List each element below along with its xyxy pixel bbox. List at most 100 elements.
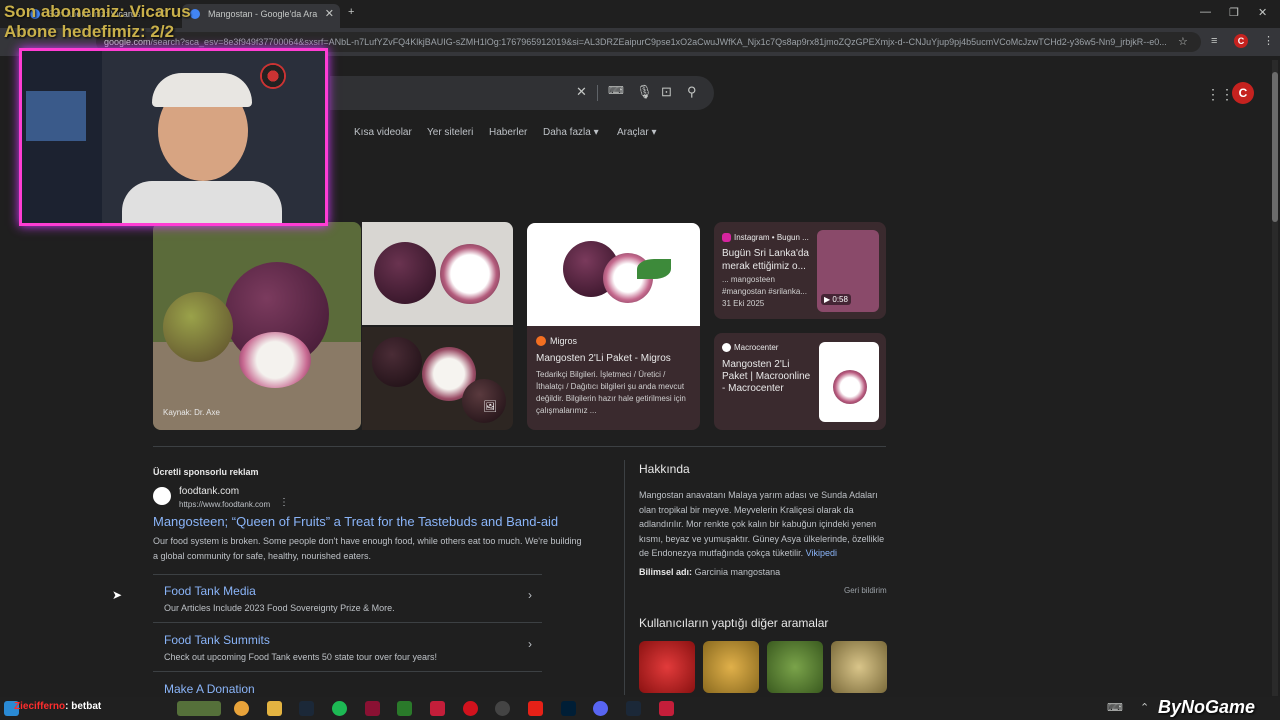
related-searches-heading: Kullanıcıların yaptığı diğer aramalar bbox=[639, 616, 829, 630]
scientific-name-label: Bilimsel adı: bbox=[639, 567, 693, 577]
migros-image bbox=[527, 223, 700, 326]
related-search-longan[interactable] bbox=[703, 641, 759, 693]
steam-icon-2[interactable] bbox=[626, 701, 641, 716]
chevron-right-icon: › bbox=[528, 588, 532, 602]
macrocenter-logo-icon bbox=[722, 343, 731, 352]
result-title[interactable]: Bugün Sri Lanka'da merak ettiğimiz o... bbox=[722, 247, 814, 273]
app-icon-red-2[interactable] bbox=[659, 701, 674, 716]
spotify-icon[interactable] bbox=[332, 701, 347, 716]
image-source-label: Kaynak: Dr. Axe bbox=[163, 408, 220, 417]
ad-options-icon[interactable]: ⋮ bbox=[279, 497, 289, 508]
tab-mangostan[interactable]: Mangostan - Google'da Ara ✕ bbox=[182, 4, 340, 28]
scientific-name-value: Garcinia mangostana bbox=[694, 567, 781, 577]
app-icon-red[interactable] bbox=[430, 701, 445, 716]
tab-short-videos[interactable]: Kısa videolar bbox=[354, 127, 412, 138]
tab-news[interactable]: Haberler bbox=[489, 127, 527, 138]
result-source: Migros bbox=[550, 336, 578, 346]
sitelink-divider bbox=[153, 671, 542, 672]
restore-icon[interactable]: ❐ bbox=[1229, 6, 1239, 19]
profile-avatar[interactable]: C bbox=[1234, 34, 1248, 48]
ad-site-name: foodtank.com bbox=[179, 486, 240, 497]
clear-search-icon[interactable]: ✕ bbox=[576, 84, 587, 100]
youtube-icon[interactable] bbox=[528, 701, 543, 716]
tab-more-label: Daha fazla bbox=[543, 127, 591, 138]
result-source: Macrocenter bbox=[734, 343, 779, 352]
media-control-icon[interactable]: ≡ bbox=[1211, 35, 1217, 47]
url-path: /search?sca_esv=8e3f949f37700064&sxsrf=A… bbox=[150, 37, 1167, 47]
menu-kebab-icon[interactable]: ⋮ bbox=[1263, 34, 1274, 47]
dartboard bbox=[260, 63, 286, 89]
tab-tools-label: Araçlar bbox=[617, 127, 649, 138]
image-gallery-icon[interactable]: 🖼 bbox=[483, 400, 497, 413]
mangosteen-fruit-open bbox=[440, 244, 500, 304]
mangosteen-fruit bbox=[372, 337, 422, 387]
tab-tools[interactable]: Araçlar ▾ bbox=[617, 127, 657, 138]
leaf-icon bbox=[637, 259, 671, 279]
windows-taskbar: ⌨ ⌃ bbox=[0, 697, 1280, 720]
chevron-right-icon: › bbox=[528, 637, 532, 651]
sponsored-label: Ücretli sponsorlu reklam bbox=[153, 467, 259, 477]
image-card-migros[interactable]: Migros Mangosten 2'Li Paket - Migros Ted… bbox=[527, 223, 700, 430]
photoshop-icon[interactable] bbox=[561, 701, 576, 716]
related-search-green-fruit[interactable] bbox=[767, 641, 823, 693]
bookmark-star-icon[interactable]: ☆ bbox=[1178, 35, 1188, 48]
page-scrollbar[interactable] bbox=[1272, 60, 1278, 696]
chat-text: : betbat bbox=[65, 701, 102, 712]
sitelink-food-tank-summits[interactable]: Food Tank Summits Check out upcoming Foo… bbox=[164, 633, 542, 662]
search-divider bbox=[597, 85, 598, 101]
search-icon[interactable]: ⚲ bbox=[687, 84, 697, 100]
keyboard-layout-icon[interactable]: ⌨ bbox=[1107, 701, 1123, 714]
image-card-instagram[interactable]: Instagram • Bugun ... Bugün Sri Lanka'da… bbox=[714, 222, 886, 319]
tab-local-sites[interactable]: Yer siteleri bbox=[427, 127, 473, 138]
taskbar-thumbnail[interactable] bbox=[177, 701, 221, 716]
image-mangosteen-cut[interactable] bbox=[362, 222, 513, 325]
video-thumbnail[interactable]: ▶ 0:58 bbox=[817, 230, 879, 312]
tray-chevron-icon[interactable]: ⌃ bbox=[1140, 701, 1149, 714]
brand-watermark: ByNoGame bbox=[1158, 697, 1256, 717]
valorant-icon[interactable] bbox=[365, 701, 380, 716]
video-duration-text: 0:58 bbox=[832, 295, 848, 304]
panel-divider bbox=[624, 460, 625, 695]
sitelink-divider bbox=[153, 622, 542, 623]
scientific-name-row: Bilimsel adı: Garcinia mangostana bbox=[639, 567, 780, 577]
knowledge-description: Mangostan anavatanı Malaya yarım adası v… bbox=[639, 488, 889, 561]
lens-camera-icon[interactable]: ⊡ bbox=[661, 84, 672, 100]
result-title[interactable]: Mangosten 2'Li Paket | Macroonline - Mac… bbox=[722, 359, 816, 395]
chrome-icon[interactable] bbox=[234, 701, 249, 716]
last-subscriber-text: Son abonemiz: Vicarus bbox=[4, 2, 191, 21]
obs-icon[interactable] bbox=[495, 701, 510, 716]
image-card-macrocenter[interactable]: Macrocenter Mangosten 2'Li Paket | Macro… bbox=[714, 333, 886, 430]
sitelink-food-tank-media[interactable]: Food Tank Media Our Articles Include 202… bbox=[164, 584, 542, 613]
webcam-monitor bbox=[26, 91, 86, 141]
discord-icon[interactable] bbox=[593, 701, 608, 716]
close-tab-icon[interactable]: ✕ bbox=[325, 4, 334, 24]
scrollbar-thumb[interactable] bbox=[1272, 72, 1278, 222]
related-search-langsat[interactable] bbox=[831, 641, 887, 693]
image-mangosteen-pile[interactable]: 🖼 bbox=[362, 327, 513, 430]
microphone-icon[interactable]: 🎙 bbox=[636, 84, 653, 100]
account-avatar[interactable]: C bbox=[1232, 82, 1254, 104]
nvidia-icon[interactable] bbox=[397, 701, 412, 716]
new-tab-icon[interactable]: + bbox=[348, 6, 354, 18]
keyboard-icon[interactable]: ⌨ bbox=[608, 84, 624, 97]
ad-title-link[interactable]: Mangosteen; “Queen of Fruits” a Treat fo… bbox=[153, 514, 558, 529]
search-input[interactable]: ✕ ⌨ 🎙 ⊡ ⚲ bbox=[330, 76, 714, 110]
knowledge-text: Mangostan anavatanı Malaya yarım adası v… bbox=[639, 490, 885, 559]
image-main[interactable]: Kaynak: Dr. Axe bbox=[153, 222, 361, 430]
opera-icon[interactable] bbox=[463, 701, 478, 716]
result-title[interactable]: Mangosten 2'Li Paket - Migros bbox=[536, 353, 671, 364]
tab-label: Mangostan - Google'da Ara bbox=[208, 9, 318, 19]
minimize-icon[interactable]: — bbox=[1200, 6, 1211, 18]
wikipedia-link[interactable]: Vikipedi bbox=[806, 548, 837, 558]
steam-icon[interactable] bbox=[299, 701, 314, 716]
sitelink-divider bbox=[153, 574, 542, 575]
related-search-rambutan[interactable] bbox=[639, 641, 695, 693]
section-divider bbox=[153, 446, 886, 447]
video-duration: ▶ 0:58 bbox=[821, 294, 851, 305]
file-explorer-icon[interactable] bbox=[267, 701, 282, 716]
tab-more[interactable]: Daha fazla ▾ bbox=[543, 127, 599, 138]
knowledge-heading: Hakkında bbox=[639, 462, 690, 476]
sitelink-make-a-donation[interactable]: Make A Donation bbox=[164, 682, 542, 696]
feedback-link[interactable]: Geri bildirim bbox=[844, 586, 887, 595]
close-window-icon[interactable]: ✕ bbox=[1258, 6, 1267, 19]
